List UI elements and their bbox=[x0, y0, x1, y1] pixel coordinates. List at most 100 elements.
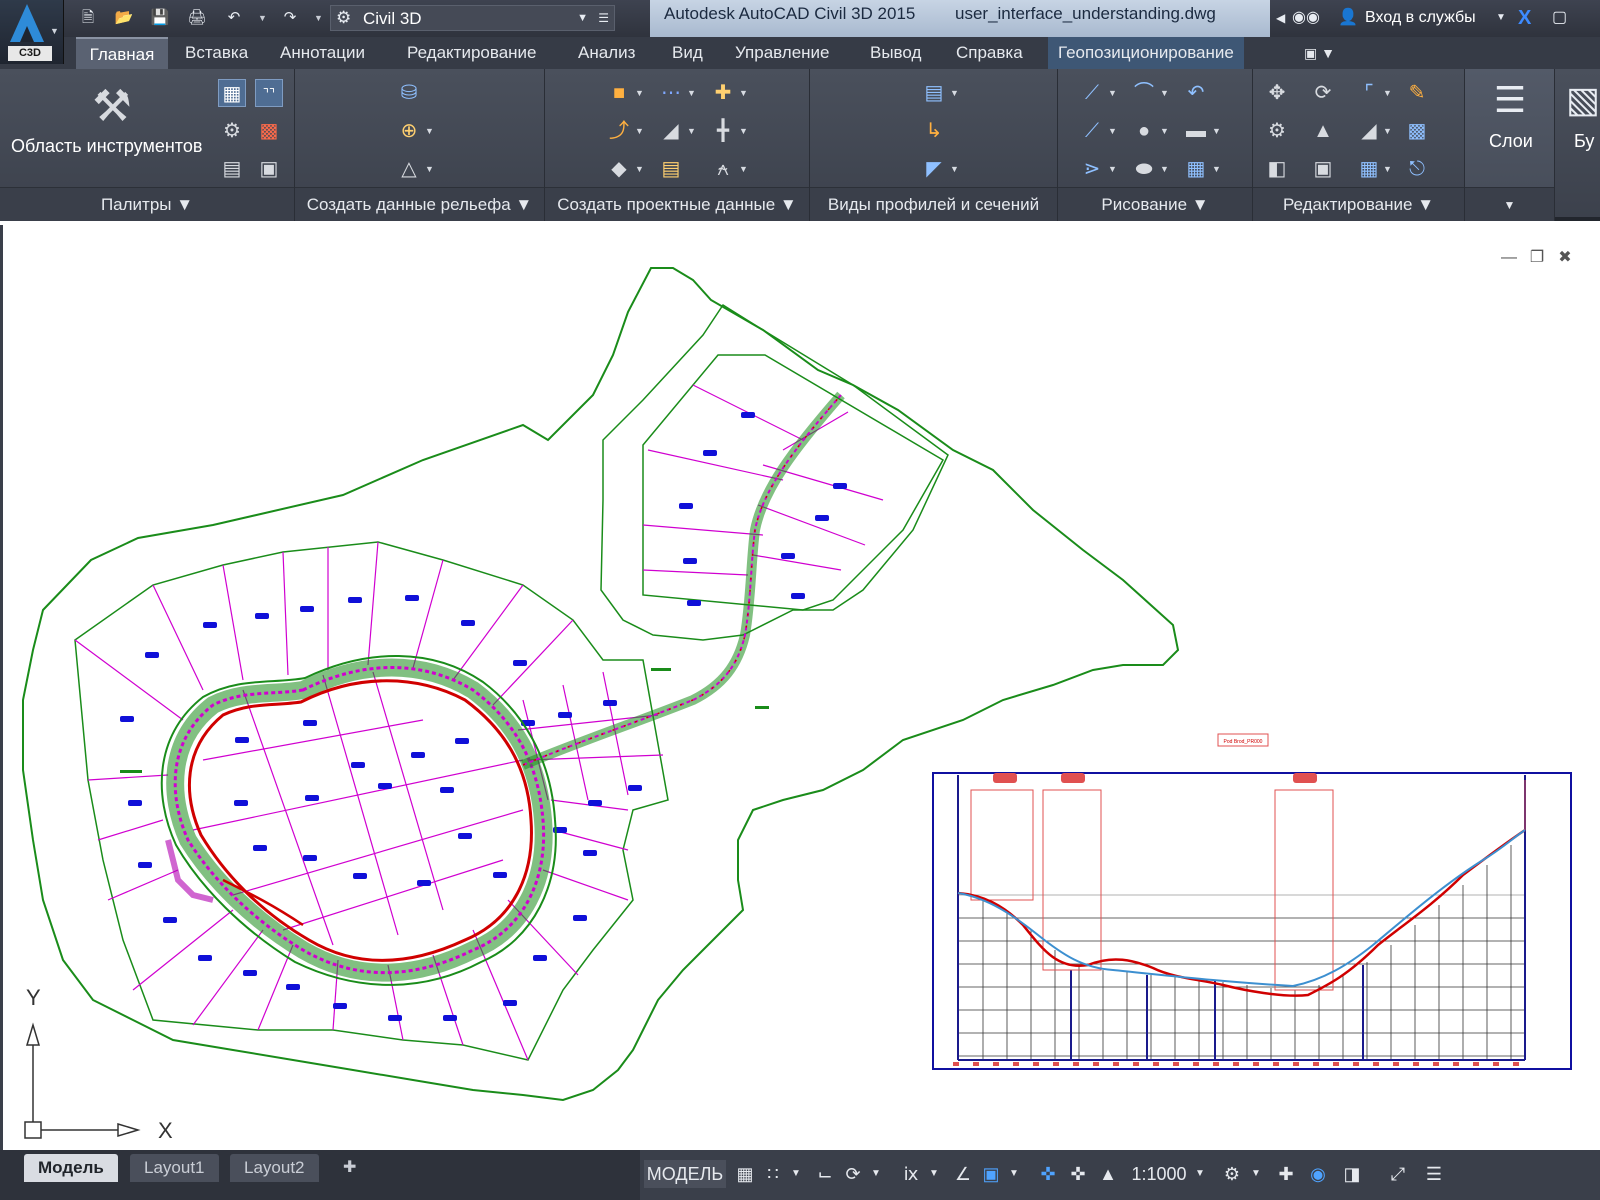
drawing-canvas[interactable]: — ❐ ✖ Pod Brod_PR000 X Y bbox=[0, 225, 1600, 1150]
space-toggle[interactable]: МОДЕЛЬ bbox=[644, 1160, 726, 1188]
toolspace-button[interactable]: Область инструментов bbox=[11, 136, 202, 157]
copy-icon[interactable]: ⚙ bbox=[1263, 117, 1291, 145]
explode-icon[interactable]: ▩ bbox=[1403, 117, 1431, 145]
open-file-icon[interactable]: 📂 bbox=[114, 8, 134, 28]
feature-line-icon[interactable]: ⋯ bbox=[657, 79, 685, 107]
polar-dropdown-icon[interactable]: ▼ bbox=[868, 1160, 884, 1188]
spline-icon[interactable]: ⋗ bbox=[1078, 155, 1106, 183]
tab-geolocation[interactable]: Геопозиционирование bbox=[1048, 37, 1244, 69]
parcel-icon[interactable]: ■ bbox=[605, 79, 633, 107]
store-icon[interactable]: ▢ bbox=[1552, 7, 1567, 29]
alignment-icon[interactable]: ⤴ bbox=[605, 117, 633, 145]
polyline-dropdown-icon[interactable]: ▼ bbox=[1160, 79, 1170, 107]
profile-dropdown-icon[interactable]: ▼ bbox=[687, 117, 697, 145]
panel-create-ground-data-title[interactable]: Создать данные рельефа ▼ bbox=[295, 187, 544, 221]
snap-icon[interactable]: ∷ bbox=[760, 1160, 786, 1188]
panel-modify-title[interactable]: Редактирование ▼ bbox=[1253, 187, 1464, 221]
array-icon[interactable]: ▦ bbox=[1355, 155, 1383, 183]
signin-label[interactable]: Вход в службы bbox=[1365, 7, 1476, 29]
ribbon-minimize-icon[interactable]: ▣ ▼ bbox=[1304, 37, 1335, 69]
circle-dropdown-icon[interactable]: ▼ bbox=[1160, 117, 1170, 145]
panel-create-design-title[interactable]: Создать проектные данные ▼ bbox=[545, 187, 809, 221]
points-icon[interactable]: ⊕ bbox=[395, 117, 423, 145]
osnap-tracking-dropdown-icon[interactable]: ▼ bbox=[926, 1160, 942, 1188]
tab-manage[interactable]: Управление bbox=[735, 37, 830, 69]
pipe-network-dropdown-icon[interactable]: ▼ bbox=[739, 155, 749, 183]
scale-dropdown-icon[interactable]: ▼ bbox=[1192, 1160, 1208, 1188]
array-dropdown-icon[interactable]: ▼ bbox=[1383, 155, 1393, 183]
tab-layout2[interactable]: Layout2 bbox=[230, 1154, 319, 1182]
customize-status-icon[interactable]: ☰ bbox=[1420, 1160, 1448, 1188]
isodraft-icon[interactable]: ∠ bbox=[950, 1160, 976, 1188]
sample-lines-icon[interactable]: ↳ bbox=[920, 117, 948, 145]
redo-dropdown-icon[interactable]: ▼ bbox=[314, 8, 323, 28]
assembly-icon[interactable]: ▤ bbox=[657, 155, 685, 183]
offset-icon[interactable]: ⎋ bbox=[1403, 155, 1431, 183]
application-menu-button[interactable]: C3D ▼ bbox=[0, 0, 64, 64]
toolbox-icon[interactable]: ▩ bbox=[255, 117, 283, 145]
tab-insert[interactable]: Вставка bbox=[185, 37, 248, 69]
caret-left-icon[interactable]: ◀ bbox=[1276, 7, 1285, 29]
ellipse-dropdown-icon[interactable]: ▼ bbox=[1160, 155, 1170, 183]
panel-draw-title[interactable]: Рисование ▼ bbox=[1058, 187, 1252, 221]
tab-model[interactable]: Модель bbox=[24, 1154, 118, 1182]
layers-button[interactable]: Слои bbox=[1489, 131, 1533, 152]
section-views-dropdown-icon[interactable]: ▼ bbox=[950, 155, 960, 183]
rotate-icon[interactable]: ⟳ bbox=[1309, 79, 1337, 107]
graphics-performance-icon[interactable]: ◨ bbox=[1338, 1160, 1366, 1188]
clipboard-button[interactable]: Бу bbox=[1574, 131, 1594, 152]
quick-access-customize-icon[interactable]: ☰ bbox=[598, 6, 609, 31]
fullscreen-icon[interactable]: ⤢ bbox=[1384, 1160, 1412, 1188]
polyline-icon[interactable]: ⌒ bbox=[1130, 79, 1158, 107]
tab-modify[interactable]: Редактирование bbox=[407, 37, 537, 69]
save-icon[interactable]: 💾 bbox=[150, 8, 170, 28]
erase-icon[interactable]: ✎ bbox=[1403, 79, 1431, 107]
profile-icon[interactable]: ◢ bbox=[657, 117, 685, 145]
settings-tree-icon[interactable]: ⌝⌝ bbox=[255, 79, 283, 107]
survey-icon[interactable]: ⚙ bbox=[218, 117, 246, 145]
tab-layout1[interactable]: Layout1 bbox=[130, 1154, 219, 1182]
trim-dropdown-icon[interactable]: ▼ bbox=[1383, 79, 1393, 107]
object-snap-dropdown-icon[interactable]: ▼ bbox=[1006, 1160, 1022, 1188]
rectangle-dropdown-icon[interactable]: ▼ bbox=[1212, 117, 1222, 145]
grading-dropdown-icon[interactable]: ▼ bbox=[739, 79, 749, 107]
properties-icon[interactable]: ▤ bbox=[218, 155, 246, 183]
annotation-visibility-icon[interactable]: ✜ bbox=[1034, 1160, 1062, 1188]
tab-help[interactable]: Справка bbox=[956, 37, 1023, 69]
exchange-x-icon[interactable]: X bbox=[1518, 7, 1531, 29]
print-icon[interactable]: 🖨 bbox=[187, 8, 207, 28]
grid-icon[interactable]: ▦ bbox=[732, 1160, 758, 1188]
profile-view-dropdown-icon[interactable]: ▼ bbox=[950, 79, 960, 107]
fillet-icon[interactable]: ◢ bbox=[1355, 117, 1383, 145]
ortho-icon[interactable]: ⌙ bbox=[812, 1160, 838, 1188]
intersection-dropdown-icon[interactable]: ▼ bbox=[635, 155, 645, 183]
section-views-icon[interactable]: ◤ bbox=[920, 155, 948, 183]
panorama-icon[interactable]: ▣ bbox=[255, 155, 283, 183]
user-icon[interactable]: 👤 bbox=[1338, 7, 1358, 29]
rectangle-icon[interactable]: ▬ bbox=[1182, 117, 1210, 145]
tab-annotate[interactable]: Аннотации bbox=[280, 37, 365, 69]
object-snap-icon[interactable]: ▣ bbox=[978, 1160, 1004, 1188]
tab-output[interactable]: Вывод bbox=[870, 37, 921, 69]
ellipse-icon[interactable]: ⬬ bbox=[1130, 155, 1158, 183]
binoculars-icon[interactable]: ◉◉ bbox=[1292, 7, 1320, 29]
redo-icon[interactable]: ↷ bbox=[280, 8, 300, 28]
undo-dropdown-icon[interactable]: ▼ bbox=[258, 8, 267, 28]
circle-icon[interactable]: ● bbox=[1130, 117, 1158, 145]
plus-icon[interactable]: ✚ bbox=[1272, 1160, 1300, 1188]
feature-line-dropdown-icon[interactable]: ▼ bbox=[687, 79, 697, 107]
corridor-icon[interactable]: ╋ bbox=[709, 117, 737, 145]
tab-home[interactable]: Главная bbox=[76, 37, 168, 69]
surfaces-icon[interactable]: △ bbox=[395, 155, 423, 183]
osnap-tracking-icon[interactable]: ⅸ bbox=[898, 1160, 924, 1188]
surfaces-dropdown-icon[interactable]: ▼ bbox=[425, 155, 435, 183]
auto-scale-icon[interactable]: ✜ bbox=[1064, 1160, 1092, 1188]
clipboard-icon[interactable]: ▧ bbox=[1566, 77, 1600, 123]
tab-view[interactable]: Вид bbox=[672, 37, 703, 69]
construction-line-dropdown-icon[interactable]: ▼ bbox=[1108, 117, 1118, 145]
fillet-dropdown-icon[interactable]: ▼ bbox=[1383, 117, 1393, 145]
workspace-selector[interactable]: ⚙ Civil 3D ▼ ☰ bbox=[330, 5, 615, 31]
spline-dropdown-icon[interactable]: ▼ bbox=[1108, 155, 1118, 183]
grading-icon[interactable]: ✚ bbox=[709, 79, 737, 107]
hatch-dropdown-icon[interactable]: ▼ bbox=[1212, 155, 1222, 183]
